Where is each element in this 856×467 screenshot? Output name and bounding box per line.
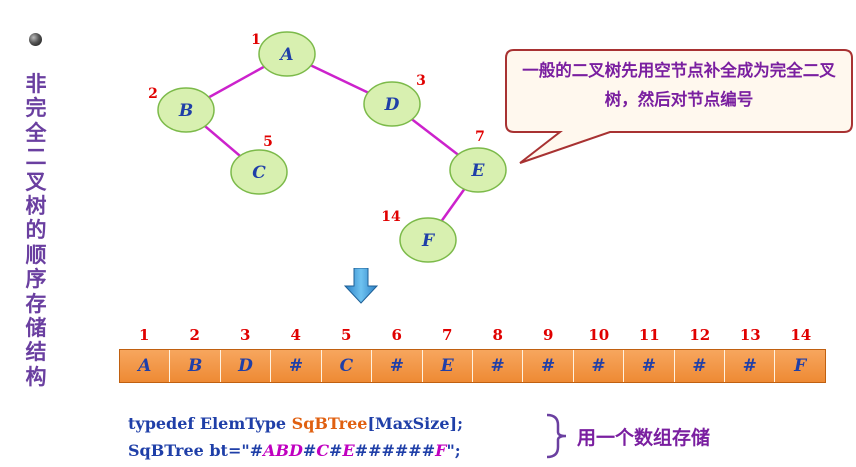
node-index: 7 (475, 129, 485, 145)
code-sequence-part: E (342, 441, 355, 460)
array-index: 7 (442, 326, 453, 344)
array-index: 11 (638, 326, 660, 344)
array-index-row: 1 2 3 4 5 6 7 8 9 10 11 12 13 14 (119, 326, 826, 346)
tree-node-e: E 7 (449, 129, 507, 193)
tree-node-b: B 2 (148, 86, 215, 133)
array-index: 1 (139, 326, 150, 344)
callout-text: 一般的二叉树先用空节点补全成为完全二叉树，然后对节点编号 (522, 61, 836, 109)
array-index: 5 (341, 326, 352, 344)
node-label: E (471, 161, 486, 181)
node-index: 3 (416, 73, 426, 89)
array-cell: # (472, 350, 524, 382)
array-storage-note: 用一个数组存储 (577, 427, 711, 449)
node-index: 1 (251, 32, 261, 48)
node-index: 14 (381, 209, 401, 225)
array-cell: # (372, 350, 423, 382)
array-cell: # (624, 350, 675, 382)
array-index: 12 (689, 326, 711, 344)
tree-node-d: D 3 (363, 73, 426, 127)
node-label: B (178, 101, 193, 121)
code-sequence-part: C (316, 441, 330, 460)
array-cell: D (220, 350, 272, 382)
code-block: typedef ElemType SqBTree[MaxSize]; SqBTr… (128, 410, 463, 464)
array-index: 10 (588, 326, 610, 344)
array-index: 13 (739, 326, 761, 344)
code-sequence-part: # (302, 441, 317, 460)
node-label: A (278, 45, 293, 65)
array-index: 9 (543, 326, 554, 344)
down-arrow-icon (344, 268, 378, 304)
array-index: 8 (492, 326, 503, 344)
code-sequence-part: # (329, 441, 343, 460)
code-line-2: SqBTree bt="#ABD#C#E######F"; (128, 441, 461, 460)
array-cell: # (573, 350, 625, 382)
array-cell: A (120, 350, 171, 382)
node-index: 5 (263, 134, 273, 150)
array-cell: C (321, 350, 373, 382)
code-sequence-part: ###### (354, 441, 436, 460)
array-cell: # (271, 350, 322, 382)
array-cell: # (523, 350, 574, 382)
array-index: 3 (240, 326, 251, 344)
array-index: 4 (290, 326, 301, 344)
array-cell: # (674, 350, 726, 382)
right-brace-icon (546, 413, 567, 459)
binary-tree-diagram: A 1 B 2 D 3 C 5 E 7 F 14 (148, 31, 853, 263)
node-label: D (384, 95, 400, 115)
tree-node-c: C 5 (230, 134, 288, 195)
node-index: 2 (148, 86, 158, 102)
code-sequence-part: ABD (263, 441, 303, 460)
node-label: F (421, 231, 436, 251)
array-index: 14 (790, 326, 812, 344)
array-index: 6 (391, 326, 402, 344)
sequential-array: A B D # C # E # # # # # # F (119, 349, 826, 383)
array-cell: B (170, 350, 221, 382)
code-line-1: typedef ElemType SqBTree[MaxSize]; (128, 414, 463, 433)
node-label: C (252, 163, 266, 183)
array-index: 2 (189, 326, 200, 344)
array-cell: # (725, 350, 776, 382)
array-cell: F (775, 350, 825, 382)
array-cell: E (422, 350, 473, 382)
code-sequence-part: F (435, 441, 447, 460)
